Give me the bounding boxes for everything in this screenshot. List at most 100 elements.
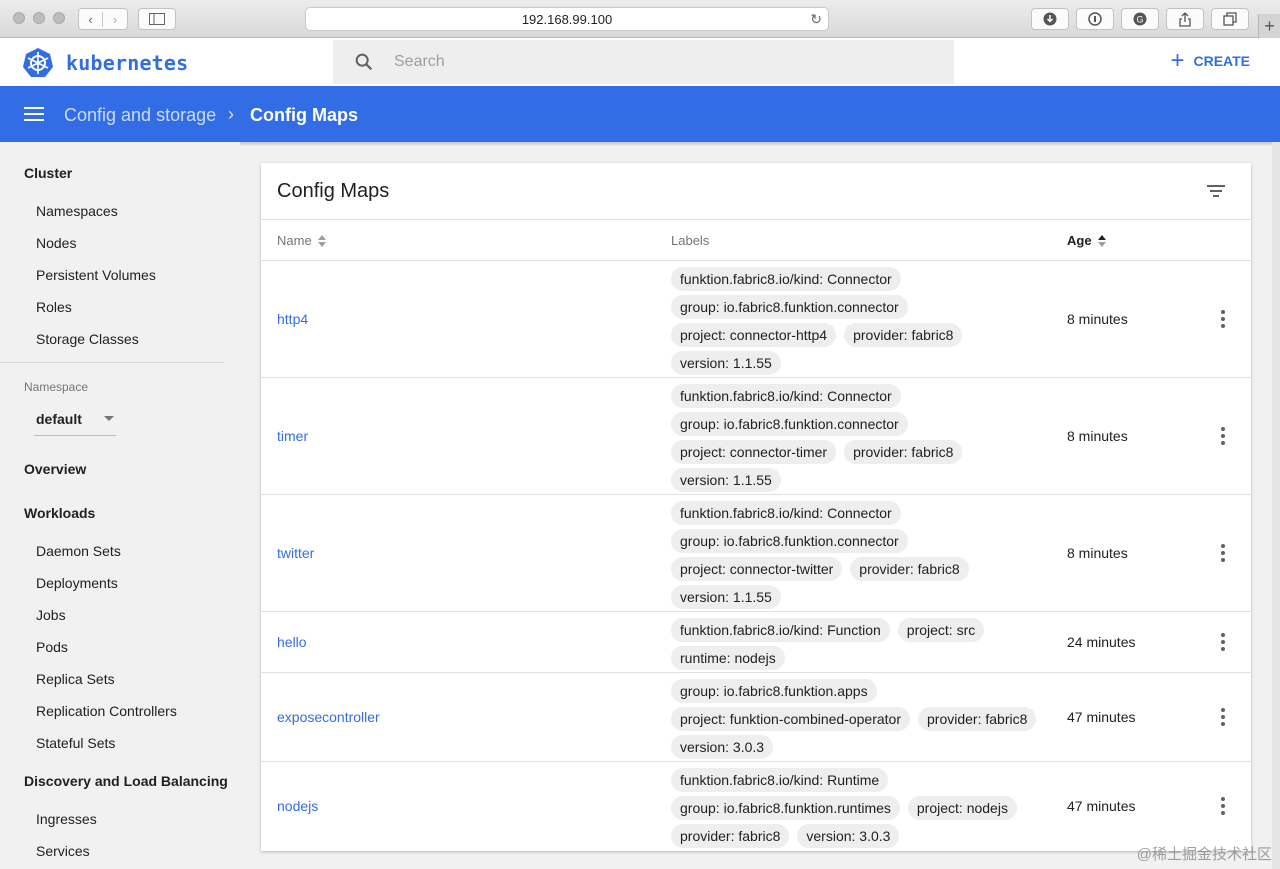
hamburger-menu-icon[interactable] (24, 107, 44, 121)
search-bar[interactable] (333, 40, 954, 84)
breadcrumb-parent[interactable]: Config and storage (64, 105, 216, 126)
back-icon[interactable]: ‹ (79, 11, 104, 27)
labels-list: funktion.fabric8.io/kind: Connector grou… (671, 265, 1051, 377)
column-age-label: Age (1067, 233, 1092, 248)
age-value: 8 minutes (1067, 545, 1128, 561)
search-input[interactable] (394, 53, 894, 71)
sidebar-section-discovery[interactable]: Discovery and Load Balancing (24, 773, 228, 789)
sidebar-item-replication-controllers[interactable]: Replication Controllers (36, 703, 177, 719)
namespace-select[interactable]: default (34, 404, 116, 436)
column-header-name[interactable]: Name (277, 233, 327, 248)
table-row: nodejs funktion.fabric8.io/kind: Runtime… (261, 762, 1251, 850)
window-zoom-button[interactable] (53, 12, 65, 24)
brand-name[interactable]: kubernetes (66, 51, 188, 75)
config-map-link[interactable]: twitter (277, 545, 314, 561)
age-value: 47 minutes (1067, 798, 1136, 814)
sidebar-item-overview[interactable]: Overview (24, 461, 86, 477)
sidebar-icon (149, 13, 165, 25)
back-forward-buttons[interactable]: ‹ › (78, 8, 128, 30)
config-map-link[interactable]: http4 (277, 311, 308, 327)
sidebar-item-pods[interactable]: Pods (36, 639, 68, 655)
more-vert-icon[interactable] (1220, 427, 1226, 445)
grammarly-icon: G (1133, 12, 1147, 26)
sidebar-item-deployments[interactable]: Deployments (36, 575, 118, 591)
label-chip: funktion.fabric8.io/kind: Connector (671, 501, 901, 525)
card-divider (261, 219, 1251, 220)
label-chip: version: 1.1.55 (671, 351, 781, 375)
table-row: timer funktion.fabric8.io/kind: Connecto… (261, 378, 1251, 494)
label-chip: version: 3.0.3 (671, 735, 774, 759)
labels-list: funktion.fabric8.io/kind: Function proje… (671, 616, 1051, 672)
label-chip: project: funktion-combined-operator (671, 707, 911, 731)
filter-icon[interactable] (1207, 185, 1225, 197)
config-map-link[interactable]: nodejs (277, 798, 318, 814)
labels-list: funktion.fabric8.io/kind: Runtime group:… (671, 766, 1051, 850)
downloads-button[interactable] (1031, 8, 1069, 30)
sidebar-item-roles[interactable]: Roles (36, 299, 72, 315)
sidebar: Cluster Namespaces Nodes Persistent Volu… (0, 142, 240, 869)
config-map-link[interactable]: hello (277, 634, 307, 650)
label-chip: provider: fabric8 (918, 707, 1037, 731)
password-button[interactable] (1076, 8, 1114, 30)
card-title: Config Maps (277, 180, 390, 202)
kubernetes-logo-icon[interactable] (22, 47, 54, 79)
more-vert-icon[interactable] (1220, 708, 1226, 726)
sidebar-item-stateful-sets[interactable]: Stateful Sets (36, 735, 115, 751)
password-manager-icon (1088, 12, 1102, 26)
new-tab-button[interactable]: + (1258, 14, 1280, 38)
plus-icon: + (1170, 47, 1185, 74)
sidebar-item-replica-sets[interactable]: Replica Sets (36, 671, 115, 687)
sidebar-item-namespaces[interactable]: Namespaces (36, 203, 118, 219)
label-chip: group: io.fabric8.funktion.runtimes (671, 796, 900, 820)
age-value: 8 minutes (1067, 428, 1128, 444)
more-vert-icon[interactable] (1220, 633, 1226, 651)
address-bar[interactable]: 192.168.99.100 ↻ (305, 7, 829, 31)
share-icon (1179, 11, 1191, 27)
label-chip: project: nodejs (907, 796, 1017, 820)
more-vert-icon[interactable] (1220, 310, 1226, 328)
sidebar-toggle-button[interactable] (138, 8, 176, 30)
config-map-link[interactable]: exposecontroller (277, 709, 380, 725)
tabs-icon (1223, 12, 1237, 26)
watermark: @稀土掘金技术社区 (1136, 846, 1272, 863)
more-vert-icon[interactable] (1220, 797, 1226, 815)
extension-button[interactable]: G (1121, 8, 1159, 30)
sidebar-item-storage-classes[interactable]: Storage Classes (36, 331, 139, 347)
page-scrollbar[interactable] (1272, 142, 1280, 869)
label-chip: provider: fabric8 (850, 557, 969, 581)
sidebar-item-persistent-volumes[interactable]: Persistent Volumes (36, 267, 156, 283)
sidebar-section-workloads[interactable]: Workloads (24, 505, 95, 521)
table-row: twitter funktion.fabric8.io/kind: Connec… (261, 495, 1251, 611)
forward-icon[interactable]: › (103, 12, 127, 27)
sidebar-item-daemon-sets[interactable]: Daemon Sets (36, 543, 121, 559)
tabs-overview-button[interactable] (1211, 8, 1249, 30)
age-value: 8 minutes (1067, 311, 1128, 327)
more-vert-icon[interactable] (1220, 544, 1226, 562)
sidebar-divider (0, 362, 224, 363)
download-icon (1043, 12, 1057, 26)
sidebar-section-cluster[interactable]: Cluster (24, 165, 72, 181)
share-button[interactable] (1166, 8, 1204, 30)
create-label: CREATE (1193, 53, 1250, 69)
labels-list: group: io.fabric8.funktion.apps project:… (671, 677, 1051, 761)
window-close-button[interactable] (13, 12, 25, 24)
labels-list: funktion.fabric8.io/kind: Connector grou… (671, 499, 1051, 611)
label-chip: funktion.fabric8.io/kind: Function (671, 618, 890, 642)
config-map-link[interactable]: timer (277, 428, 308, 444)
label-chip: version: 3.0.3 (797, 824, 900, 848)
label-chip: funktion.fabric8.io/kind: Connector (671, 267, 901, 291)
sidebar-item-ingresses[interactable]: Ingresses (36, 811, 97, 827)
label-chip: funktion.fabric8.io/kind: Connector (671, 384, 901, 408)
column-header-age[interactable]: Age (1067, 233, 1107, 248)
create-button[interactable]: + CREATE (1170, 47, 1250, 74)
reload-icon[interactable]: ↻ (810, 11, 822, 28)
label-chip: group: io.fabric8.funktion.connector (671, 295, 908, 319)
sidebar-item-services[interactable]: Services (36, 843, 90, 859)
age-value: 47 minutes (1067, 709, 1136, 725)
label-chip: group: io.fabric8.funktion.connector (671, 412, 908, 436)
window-minimize-button[interactable] (33, 12, 45, 24)
sort-ascending-icon (1097, 234, 1107, 248)
column-labels-label: Labels (671, 233, 710, 248)
sidebar-item-nodes[interactable]: Nodes (36, 235, 76, 251)
sidebar-item-jobs[interactable]: Jobs (36, 607, 66, 623)
